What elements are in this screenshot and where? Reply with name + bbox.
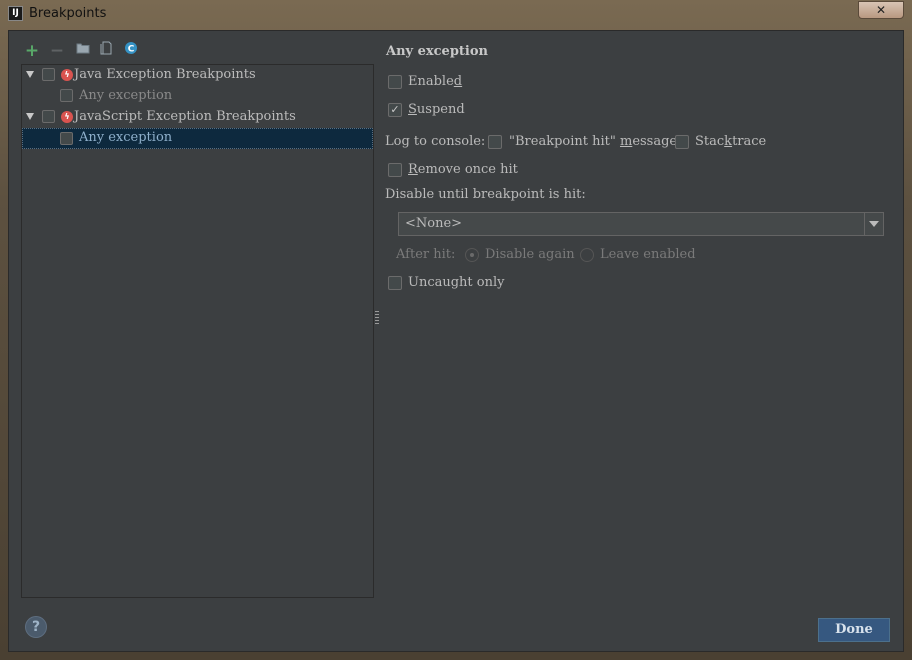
dialog-content: + − C ϟ Java Exception Breakpoints Any e… [8,30,904,652]
tree-group-javascript-exceptions[interactable]: ϟ JavaScript Exception Breakpoints [22,107,373,128]
tree-item-javascript-any-exception[interactable]: Any exception [22,128,373,149]
java-any-exception-checkbox[interactable] [60,89,73,102]
exception-breakpoint-icon: ϟ [61,111,73,123]
help-icon[interactable]: ? [25,616,47,638]
window-title: Breakpoints [29,6,107,21]
javascript-any-exception-checkbox[interactable] [60,132,73,145]
leave-enabled-label[interactable]: Leave enabled [600,247,696,262]
tree-group-label: Java Exception Breakpoints [74,67,256,82]
remove-once-hit-label[interactable]: Remove once hit [408,162,518,177]
close-button[interactable]: ✕ [858,1,904,19]
after-hit-label: After hit: [396,247,456,262]
remove-once-hit-checkbox[interactable] [388,163,402,177]
file-group-icon[interactable] [98,41,116,59]
dialog-window: IJ Breakpoints ✕ + − C ϟ Java Exception … [0,0,912,660]
disable-until-dropdown[interactable]: <None> [398,212,884,236]
tree-group-label: JavaScript Exception Breakpoints [74,109,296,124]
disable-until-value: <None> [405,216,463,231]
log-message-checkbox[interactable] [488,135,502,149]
chevron-down-icon[interactable] [26,71,34,78]
enabled-checkbox[interactable] [388,75,402,89]
breakpoint-title: Any exception [386,44,488,59]
uncaught-only-checkbox[interactable] [388,276,402,290]
enabled-label[interactable]: Enabled [408,74,462,89]
disable-again-radio[interactable] [465,248,479,262]
class-icon[interactable]: C [122,41,140,59]
log-message-label[interactable]: "Breakpoint hit" message [509,134,677,149]
folder-icon[interactable] [74,41,92,59]
java-exceptions-checkbox[interactable] [42,68,55,81]
disable-until-label: Disable until breakpoint is hit: [385,187,586,202]
disable-again-label[interactable]: Disable again [485,247,575,262]
javascript-exceptions-checkbox[interactable] [42,110,55,123]
tree-group-java-exceptions[interactable]: ϟ Java Exception Breakpoints [22,65,373,86]
chevron-down-icon[interactable] [869,221,879,227]
tree-item-java-any-exception[interactable]: Any exception [22,86,373,107]
leave-enabled-radio[interactable] [580,248,594,262]
splitter-handle[interactable] [375,311,379,325]
stacktrace-checkbox[interactable] [675,135,689,149]
dropdown-separator [864,213,865,235]
uncaught-only-label[interactable]: Uncaught only [408,275,504,290]
intellij-app-icon: IJ [8,6,23,21]
minus-icon[interactable]: − [48,41,66,61]
chevron-down-icon[interactable] [26,113,34,120]
suspend-label[interactable]: Suspend [408,102,465,117]
log-to-console-label: Log to console: [385,134,486,149]
title-bar[interactable]: IJ Breakpoints ✕ [0,0,912,28]
tree-item-label: Any exception [79,88,173,103]
svg-text:C: C [128,45,135,55]
exception-breakpoint-icon: ϟ [61,69,73,81]
tree-item-label: Any exception [79,130,173,145]
plus-icon[interactable]: + [23,41,41,61]
done-button[interactable]: Done [818,618,890,642]
stacktrace-label[interactable]: Stacktrace [695,134,766,149]
breakpoints-tree[interactable]: ϟ Java Exception Breakpoints Any excepti… [21,64,374,598]
suspend-checkbox[interactable]: ✓ [388,103,402,117]
